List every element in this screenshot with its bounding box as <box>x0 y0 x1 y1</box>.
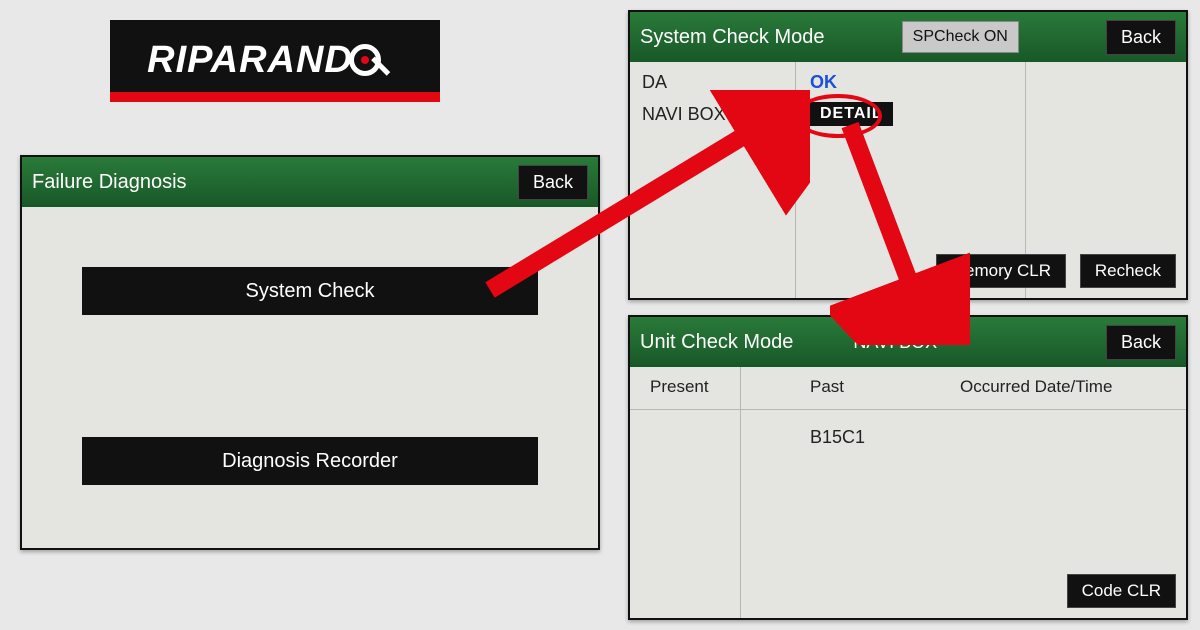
diagnosis-recorder-button[interactable]: Diagnosis Recorder <box>82 437 538 485</box>
panel3-title: Unit Check Mode <box>640 331 793 354</box>
panel3-subtitle: NAVI BOX <box>853 332 937 353</box>
diagnosis-recorder-label: Diagnosis Recorder <box>222 450 398 473</box>
col-header-past: Past <box>810 377 844 397</box>
logo-underline <box>110 92 440 102</box>
back-button[interactable]: Back <box>1106 325 1176 360</box>
panel3-header: Unit Check Mode NAVI BOX Back <box>630 317 1186 367</box>
table-hline <box>630 409 1186 410</box>
memory-clr-button[interactable]: Memory CLR <box>936 254 1066 288</box>
unit-check-mode-panel: Unit Check Mode NAVI BOX Back Present Pa… <box>628 315 1188 620</box>
col-header-occurred: Occurred Date/Time <box>960 377 1112 397</box>
row-da-label: DA <box>642 72 667 93</box>
failure-diagnosis-panel: Failure Diagnosis Back System Check Diag… <box>20 155 600 550</box>
riparando-logo: RIPARAND <box>110 20 440 100</box>
system-check-button[interactable]: System Check <box>82 267 538 315</box>
system-check-label: System Check <box>246 280 375 303</box>
recheck-button[interactable]: Recheck <box>1080 254 1176 288</box>
code-clr-button[interactable]: Code CLR <box>1067 574 1176 608</box>
cell-past-code: B15C1 <box>810 427 865 448</box>
row-navibox-label: NAVI BOX <box>642 104 726 125</box>
back-button[interactable]: Back <box>518 165 588 200</box>
table-vline <box>740 367 741 618</box>
panel1-header: Failure Diagnosis Back <box>22 157 598 207</box>
logo-text: RIPARAND <box>147 39 353 82</box>
back-button[interactable]: Back <box>1106 20 1176 55</box>
col-header-present: Present <box>650 377 709 397</box>
column-divider <box>795 62 796 298</box>
panel2-header: System Check Mode SPCheck ON Back <box>630 12 1186 62</box>
panel2-title: System Check Mode <box>640 26 825 49</box>
panel1-title: Failure Diagnosis <box>32 171 187 194</box>
spcheck-on-button[interactable]: SPCheck ON <box>902 21 1019 53</box>
row-da-value: OK <box>810 72 837 93</box>
panel3-body: Present Past Occurred Date/Time B15C1 Co… <box>630 367 1186 618</box>
detail-button[interactable]: DETAIL <box>810 102 893 126</box>
panel2-body: DA OK NAVI BOX DETAIL Memory CLR Recheck <box>630 62 1186 298</box>
system-check-mode-panel: System Check Mode SPCheck ON Back DA OK … <box>628 10 1188 300</box>
